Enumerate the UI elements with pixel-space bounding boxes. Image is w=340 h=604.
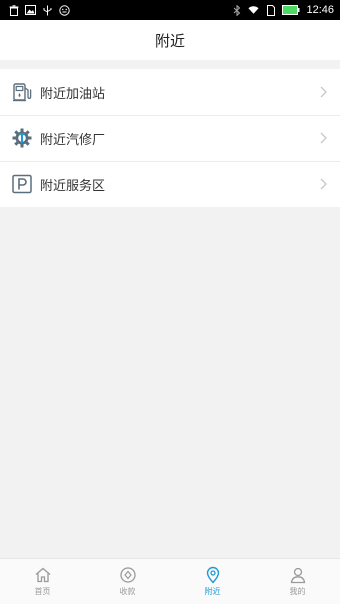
status-bar: 12:46: [0, 0, 340, 20]
tab-label: 附近: [204, 587, 221, 596]
gas-station-icon: [11, 81, 33, 103]
trash-icon: [8, 4, 19, 16]
repair-gear-icon: [11, 127, 33, 149]
usb-icon: [42, 5, 53, 16]
header: 附近: [0, 20, 340, 60]
menu-item-service-area[interactable]: 附近服务区: [0, 161, 340, 207]
tab-home[interactable]: 首页: [0, 559, 85, 604]
tab-label: 收款: [119, 587, 136, 596]
tab-nearby[interactable]: 附近: [170, 559, 255, 604]
battery-icon: [282, 5, 300, 16]
tab-label: 我的: [289, 587, 306, 596]
menu-item-gas-station[interactable]: 附近加油站: [0, 69, 340, 115]
user-icon: [289, 566, 307, 584]
tab-mine[interactable]: 我的: [255, 559, 340, 604]
home-icon: [34, 566, 52, 584]
chevron-right-icon: [318, 131, 328, 145]
parking-icon: [11, 173, 33, 195]
nearby-menu-list: 附近加油站 附近汽修厂 附近服务区: [0, 69, 340, 207]
menu-item-repair-shop[interactable]: 附近汽修厂: [0, 115, 340, 161]
menu-item-label: 附近加油站: [40, 86, 106, 102]
sim-icon: [265, 4, 276, 16]
tab-label: 首页: [34, 587, 51, 596]
chevron-right-icon: [318, 85, 328, 99]
location-pin-icon: [204, 566, 222, 584]
emoji-icon: [59, 4, 70, 16]
image-icon: [25, 5, 36, 16]
status-right-icons: 12:46: [231, 4, 334, 16]
bluetooth-icon: [231, 4, 242, 16]
page-title: 附近: [154, 31, 185, 50]
bottom-tab-bar: 首页 收款 附近 我的: [0, 558, 340, 604]
status-left-icons: [8, 4, 70, 16]
collect-icon: [119, 566, 137, 584]
chevron-right-icon: [318, 177, 328, 191]
menu-item-label: 附近服务区: [40, 178, 106, 194]
status-time: 12:46: [306, 4, 334, 16]
wifi-icon: [248, 5, 260, 16]
menu-item-label: 附近汽修厂: [40, 132, 106, 148]
tab-collect[interactable]: 收款: [85, 559, 170, 604]
